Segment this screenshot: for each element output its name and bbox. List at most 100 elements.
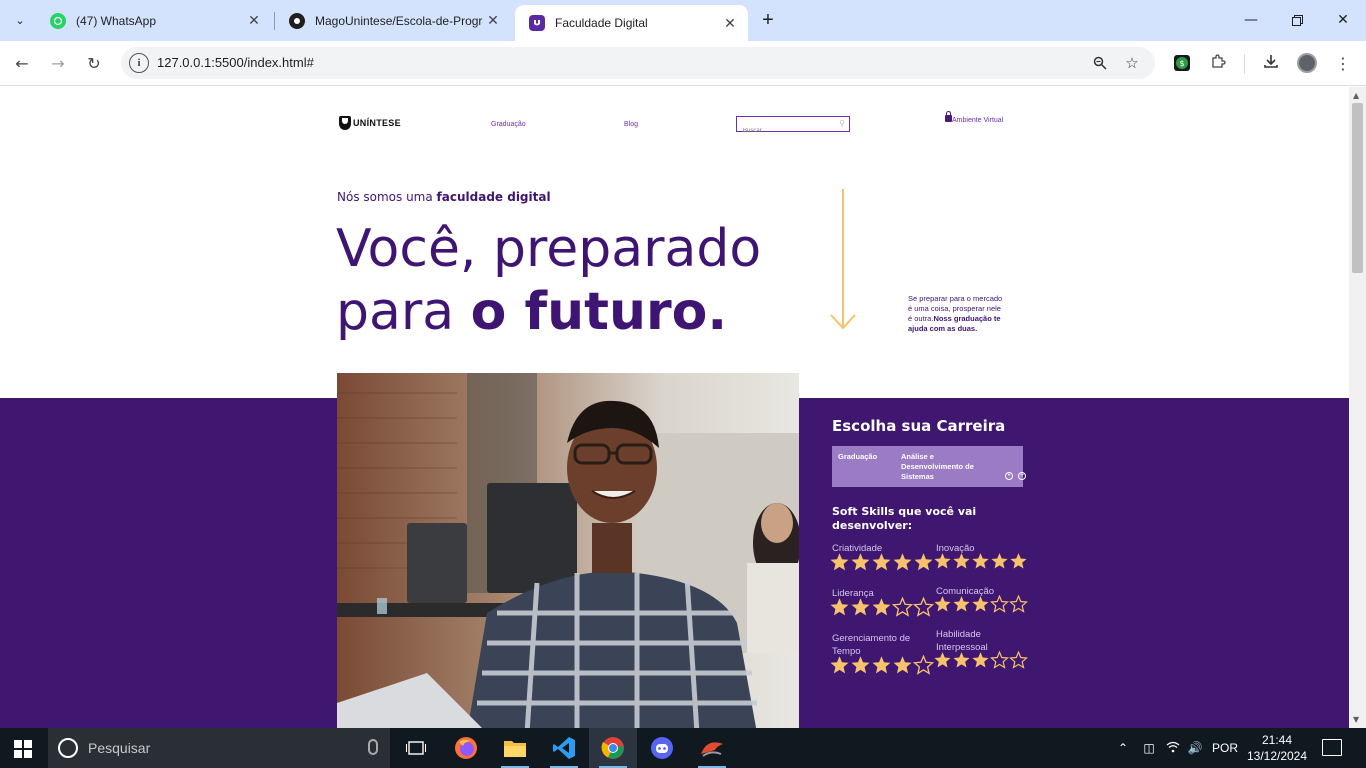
star-rating (933, 552, 1028, 570)
hero-photo-student (337, 373, 799, 728)
star-filled-icon (972, 596, 989, 612)
forward-button[interactable]: → (45, 50, 71, 76)
nav-link-graduacao[interactable]: Graduação (491, 121, 526, 128)
site-info-icon[interactable]: i (129, 53, 149, 73)
git-app-icon (701, 742, 723, 757)
unintese-icon (529, 15, 545, 31)
language-indicator[interactable]: POR (1212, 741, 1238, 755)
virtual-environment-link[interactable]: Ambiente Virtual (945, 111, 1005, 126)
close-window-button[interactable]: ✕ (1320, 0, 1366, 40)
wifi-icon[interactable] (1162, 741, 1184, 756)
star-rating (933, 595, 1028, 613)
browser-tab-strip: ⌄ (47) WhatsApp ✕ MagoUnintese/Escola-de… (0, 0, 1366, 41)
career-title: Escolha sua Carreira (832, 417, 1006, 435)
restore-button[interactable] (1274, 0, 1320, 40)
site-search[interactable]: ⚲ (736, 116, 850, 138)
star-filled-icon (972, 553, 989, 569)
close-tab-icon[interactable]: ✕ (483, 11, 503, 31)
profile-button[interactable] (1294, 50, 1320, 76)
address-bar[interactable]: i 127.0.0.1:5500/index.html# ☆ (121, 47, 1155, 79)
cortana-icon (58, 738, 78, 758)
minimize-button[interactable]: — (1228, 0, 1274, 40)
taskbar-vscode[interactable] (540, 728, 588, 768)
tab-whatsapp[interactable]: (47) WhatsApp ✕ (36, 0, 272, 41)
system-tray: ⌃ ◫ 🔊 POR (1114, 728, 1238, 768)
browser-toolbar: ← → ↻ i 127.0.0.1:5500/index.html# ☆ $ ⋮ (0, 41, 1366, 86)
next-course-icon[interactable]: + (1018, 472, 1026, 480)
star-filled-icon (934, 553, 951, 569)
notifications-icon[interactable] (1322, 739, 1342, 756)
tab-title: (47) WhatsApp (76, 13, 157, 28)
career-course[interactable]: Análise e Desenvolvimento de Sistemas (901, 452, 991, 482)
career-level[interactable]: Graduação (838, 452, 877, 461)
reload-button[interactable]: ↻ (81, 50, 107, 76)
url-text[interactable]: 127.0.0.1:5500/index.html# (157, 55, 314, 70)
nav-link-blog[interactable]: Blog (624, 121, 638, 128)
extensions-button[interactable] (1205, 50, 1231, 76)
dollar-extension-icon: $ (1174, 55, 1190, 71)
microphone-icon[interactable] (368, 739, 378, 755)
scroll-down-icon[interactable]: ▼ (1353, 715, 1359, 724)
tab-search-button[interactable]: ⌄ (7, 8, 33, 32)
taskbar-search-placeholder: Pesquisar (88, 740, 151, 756)
zoom-icon[interactable] (1091, 54, 1109, 72)
taskbar-discord[interactable] (638, 728, 686, 768)
chrome-menu-button[interactable]: ⋮ (1330, 50, 1356, 76)
back-button[interactable]: ← (9, 50, 35, 76)
taskbar-git-client[interactable] (688, 728, 736, 768)
lock-icon (945, 111, 952, 122)
new-tab-button[interactable]: + (756, 8, 780, 32)
extension-dollar-button[interactable]: $ (1169, 50, 1195, 76)
star-empty-icon (990, 651, 1009, 669)
clock-date: 13/12/2024 (1246, 749, 1308, 763)
headline-line-2-prefix: para (336, 282, 471, 342)
star-filled-icon (972, 652, 989, 668)
bookmark-star-icon[interactable]: ☆ (1123, 54, 1141, 72)
star-filled-icon (953, 553, 970, 569)
star-filled-icon (953, 596, 970, 612)
volume-icon[interactable]: 🔊 (1184, 741, 1206, 755)
page-scrollbar[interactable]: ▲ ▼ (1349, 87, 1366, 728)
tab-faculdade-digital[interactable]: Faculdade Digital ✕ (515, 5, 748, 41)
taskbar-search[interactable]: Pesquisar (48, 728, 390, 768)
headline-line-1: Você, preparado (336, 219, 762, 279)
search-icon[interactable]: ⚲ (839, 119, 845, 128)
star-filled-icon (991, 553, 1008, 569)
taskbar-clock[interactable]: 21:44 13/12/2024 (1240, 732, 1314, 764)
task-view-button[interactable] (392, 728, 440, 768)
vscode-icon (553, 737, 575, 759)
scroll-up-icon[interactable]: ▲ (1353, 91, 1359, 100)
arrow-right-icon: → (51, 53, 65, 73)
tab-github[interactable]: MagoUnintese/Escola-de-Programacao ✕ (275, 0, 511, 41)
star-filled-icon (893, 553, 912, 571)
taskbar-chrome[interactable] (589, 728, 637, 768)
folder-icon (504, 741, 526, 757)
star-filled-icon (872, 553, 891, 571)
hero-tagline: Se preparar para o mercado é uma coisa, … (908, 294, 1004, 334)
github-icon (289, 12, 305, 29)
taskbar-firefox[interactable] (442, 728, 490, 768)
close-tab-icon[interactable]: ✕ (720, 13, 740, 33)
battery-icon[interactable]: ◫ (1136, 741, 1162, 755)
star-rating (829, 597, 934, 617)
search-input[interactable] (737, 124, 833, 138)
chrome-icon (601, 737, 624, 759)
downloads-button[interactable] (1258, 50, 1284, 76)
task-view-icon (406, 741, 426, 755)
page-viewport: UNÍNTESE Graduação Blog ⚲ Ambiente Virtu… (0, 87, 1349, 728)
windows-start-button[interactable] (14, 740, 32, 758)
scrollbar-thumb[interactable] (1352, 103, 1363, 273)
site-logo[interactable]: UNÍNTESE (339, 116, 401, 130)
chevron-up-icon[interactable]: ⌃ (1114, 741, 1132, 755)
discord-icon (651, 737, 673, 759)
career-selector[interactable]: Graduação Análise e Desenvolvimento de S… (832, 446, 1026, 487)
previous-course-icon[interactable]: • (1005, 472, 1013, 480)
star-rating (829, 552, 934, 572)
star-filled-icon (830, 656, 849, 674)
firefox-icon (455, 737, 477, 759)
star-empty-icon (913, 655, 934, 675)
close-tab-icon[interactable]: ✕ (244, 11, 264, 31)
taskbar-file-explorer[interactable] (491, 728, 539, 768)
star-empty-icon (990, 595, 1009, 613)
star-empty-icon (1009, 595, 1028, 613)
